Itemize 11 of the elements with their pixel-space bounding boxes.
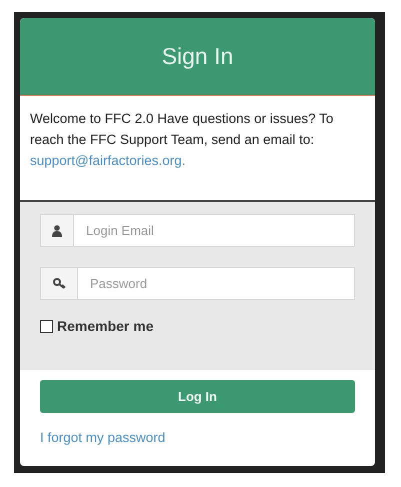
support-email-link[interactable]: support@fairfactories.org.: [30, 153, 186, 168]
forgot-password-link[interactable]: I forgot my password: [40, 427, 166, 448]
login-button[interactable]: Log In: [40, 380, 355, 413]
email-field[interactable]: Login Email: [74, 214, 355, 247]
remember-label: Remember me: [57, 318, 154, 334]
key-icon: [52, 278, 66, 289]
password-field[interactable]: Password: [78, 267, 355, 300]
user-icon: [52, 224, 62, 236]
card-title: Sign In: [162, 43, 234, 70]
welcome-message: Welcome to FFC 2.0 Have questions or issues? To reach the FFC Support Team, send an email to: support@fairfactories.org.: [30, 110, 334, 170]
remember-checkbox[interactable]: [40, 320, 53, 332]
